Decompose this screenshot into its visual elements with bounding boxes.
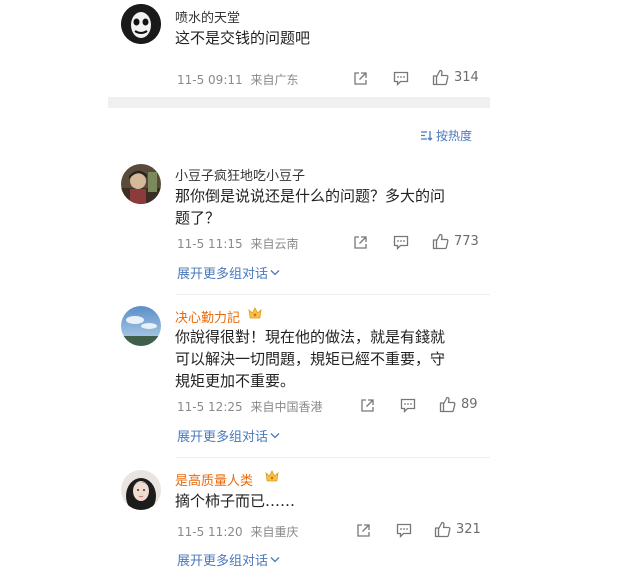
comment-location: 来自广东	[250, 73, 299, 87]
like-count: 314	[454, 70, 479, 85]
section-separator	[108, 97, 490, 108]
comment-meta: 11-5 11:20 来自重庆	[177, 523, 298, 540]
crown-badge-icon	[248, 307, 262, 319]
divider	[176, 294, 490, 295]
comment-text-line: 那你倒是说说还是什么的问题？多大的问	[175, 187, 446, 205]
share-button[interactable]	[353, 71, 368, 86]
expand-replies-link[interactable]: 展开更多组对话	[177, 426, 280, 445]
thumbs-up-icon	[432, 233, 449, 250]
avatar[interactable]	[121, 164, 161, 204]
comment-icon	[393, 71, 409, 86]
thumbs-up-icon	[439, 396, 456, 413]
comment-icon	[396, 523, 412, 538]
comment-location: 来自云南	[250, 237, 299, 251]
avatar-photo-icon	[121, 164, 161, 204]
reply-button[interactable]	[400, 398, 416, 413]
comment-time: 11-5 12:25	[177, 400, 243, 414]
like-button[interactable]: 314	[432, 69, 479, 86]
avatar-face-icon	[121, 4, 161, 44]
expand-label: 展开更多组对话	[177, 430, 269, 445]
reply-button[interactable]	[396, 523, 412, 538]
comment-text-line: 你說得很對！現在他的做法，就是有錢就	[175, 328, 446, 346]
like-count: 773	[454, 234, 479, 249]
reply-button[interactable]	[393, 235, 409, 250]
divider	[176, 457, 490, 458]
share-icon	[357, 524, 370, 537]
comment-text: 摘个柿子而已……	[175, 492, 296, 510]
avatar[interactable]	[121, 470, 161, 510]
commenter-name[interactable]: 决心勤力記	[175, 307, 240, 326]
comment-icon	[400, 398, 416, 413]
sort-icon	[421, 131, 433, 141]
like-count: 89	[461, 397, 478, 412]
chevron-down-icon	[270, 557, 280, 563]
comment-icon	[393, 235, 409, 250]
thumbs-up-icon	[434, 521, 451, 538]
avatar[interactable]	[121, 306, 161, 346]
sort-toggle[interactable]: 按热度	[421, 127, 472, 144]
expand-replies-link[interactable]: 展开更多组对话	[177, 550, 280, 569]
like-button[interactable]: 89	[439, 396, 478, 413]
sort-label: 按热度	[436, 129, 473, 143]
share-icon	[354, 236, 367, 249]
comment-meta: 11-5 12:25 来自中国香港	[177, 398, 322, 415]
share-button[interactable]	[360, 398, 375, 413]
share-button[interactable]	[353, 235, 368, 250]
comment-meta: 11-5 11:15 来自云南	[177, 235, 298, 252]
comment-time: 11-5 11:20	[177, 525, 243, 539]
avatar-photo-icon	[121, 306, 161, 346]
crown-badge-icon	[265, 470, 279, 482]
expand-replies-link[interactable]: 展开更多组对话	[177, 263, 280, 282]
commenter-name[interactable]: 是高质量人类	[175, 470, 253, 489]
comment-text-line: 規矩更加不重要。	[175, 372, 296, 390]
expand-label: 展开更多组对话	[177, 267, 269, 282]
expand-label: 展开更多组对话	[177, 554, 269, 569]
share-icon	[354, 72, 367, 85]
comment-time: 11-5 11:15	[177, 237, 243, 251]
comment-text: 你說得很對！現在他的做法，就是有錢就 可以解決一切問題，規矩已經不重要，守 規矩…	[175, 326, 445, 392]
comment-location: 来自重庆	[250, 525, 299, 539]
chevron-down-icon	[270, 270, 280, 276]
commenter-name[interactable]: 喷水的天堂	[175, 7, 240, 26]
comment-location: 来自中国香港	[250, 400, 323, 414]
avatar-photo-icon	[121, 470, 161, 510]
comment-meta: 11-5 09:11 来自广东	[177, 71, 298, 88]
comment-text-line: 可以解決一切問題，規矩已經不重要，守	[175, 350, 446, 368]
comment-text-line: 题了？	[175, 209, 221, 227]
reply-button[interactable]	[393, 71, 409, 86]
avatar[interactable]	[121, 4, 161, 44]
commenter-name[interactable]: 小豆子疯狂地吃小豆子	[175, 165, 305, 184]
like-button[interactable]: 321	[434, 521, 481, 538]
like-count: 321	[456, 522, 481, 537]
thumbs-up-icon	[432, 69, 449, 86]
comment-text: 那你倒是说说还是什么的问题？多大的问 题了？	[175, 185, 445, 229]
like-button[interactable]: 773	[432, 233, 479, 250]
comment-text: 这不是交钱的问题吧	[175, 29, 311, 47]
comment-time: 11-5 09:11	[177, 73, 243, 87]
share-button[interactable]	[356, 523, 371, 538]
chevron-down-icon	[270, 433, 280, 439]
share-icon	[361, 399, 374, 412]
